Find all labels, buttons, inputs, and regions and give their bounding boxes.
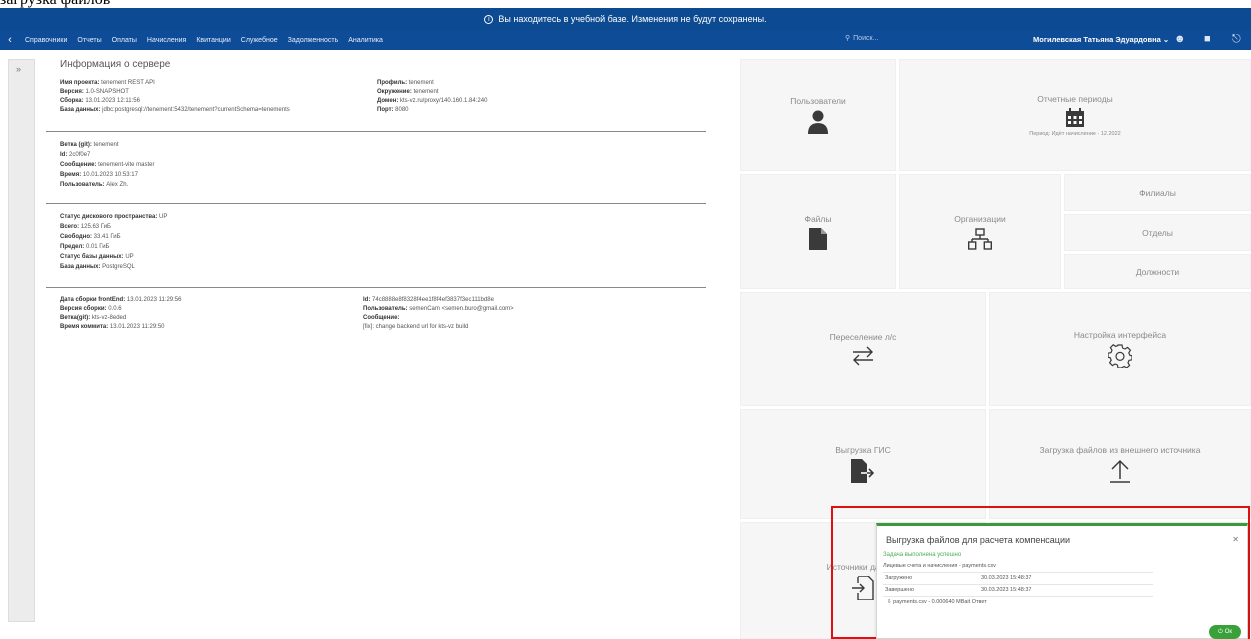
info-row: Сообщение:: [363, 315, 400, 321]
search-placeholder: Поиск...: [853, 34, 879, 42]
nav-item-reports[interactable]: Отчеты: [72, 37, 106, 44]
notification-toggle[interactable]: ⏻ Ок: [1209, 625, 1241, 639]
info-row: Предел: 0.01 ГиБ: [60, 244, 110, 250]
info-row: Домен: kts-vz.ru/proxy/140.160.1.84:240: [377, 98, 488, 104]
nav-item-receipts[interactable]: Квитанции: [191, 37, 235, 44]
tile-branches[interactable]: Филиалы: [1064, 174, 1251, 211]
tile-interface-settings[interactable]: Настройка интерфейса: [989, 292, 1251, 406]
file-row: Лицевые счета и начисления - payments.cs…: [883, 563, 996, 569]
swap-arrows-icon: [853, 346, 873, 366]
tile-periods[interactable]: Отчетные периоды Период: Идёт начисление…: [899, 59, 1251, 171]
info-row: Статус базы данных: UP: [60, 254, 134, 260]
info-row: Сборка: 13.01.2023 12:11:56: [60, 98, 140, 104]
tile-external-upload[interactable]: Загрузка файлов из внешнего источника: [989, 409, 1251, 519]
nav-item-service[interactable]: Служебное: [236, 37, 283, 44]
info-row: Профиль: tenement: [377, 80, 434, 86]
info-row: Порт: 8080: [377, 107, 409, 113]
info-row: Статус дискового пространства: UP: [60, 214, 168, 220]
divider: [883, 596, 1153, 597]
file-icon: [809, 227, 827, 250]
left-rail: »: [8, 59, 35, 622]
hierarchy-icon: [968, 227, 992, 250]
info-row: Время: 10.01.2023 10:53:17: [60, 172, 138, 178]
nav-item-analytics[interactable]: Аналитика: [343, 37, 388, 44]
git-section: Ветка (git): tenement Id: 2c0f0e7 Сообще…: [46, 132, 706, 204]
power-icon: ⏻: [1217, 628, 1223, 635]
training-base-warning: i Вы находитесь в учебной базе. Изменени…: [0, 8, 1251, 30]
folder-icon[interactable]: ■: [1204, 33, 1211, 45]
nav-item-references[interactable]: Справочники: [20, 37, 72, 44]
upload-arrow-icon: [1110, 459, 1130, 483]
info-row: Версия: 1.0-SNAPSHOT: [60, 89, 129, 95]
disk-section: Статус дискового пространства: UP Всего:…: [46, 204, 706, 288]
frontend-section: Дата сборки frontEnd: 13.01.2023 11:29:5…: [46, 288, 706, 348]
info-row: Id: 2c0f0e7: [60, 152, 91, 158]
upload-notification: Выгрузка файлов для расчета компенсации …: [876, 523, 1248, 639]
user-menu[interactable]: Могилевская Татьяна Эдуардовна ⌄: [1033, 35, 1169, 44]
notification-status: Задача выполнена успешно: [883, 552, 962, 558]
nav-item-debt[interactable]: Задолженность: [283, 37, 344, 44]
tile-gis-export[interactable]: Выгрузка ГИС: [740, 409, 986, 519]
tile-departments[interactable]: Отделы: [1064, 214, 1251, 251]
info-row: Время коммита: 13.01.2023 11:29:50: [60, 324, 165, 330]
project-section: Имя проекта: tenement REST API Версия: 1…: [46, 72, 706, 132]
info-row: Ветка (git): tenement: [60, 142, 119, 148]
attachment-icon: ⇩: [887, 599, 892, 605]
info-icon: i: [484, 14, 494, 24]
result-row[interactable]: ⇩ payments.csv - 0.000640 MBait Ответ: [887, 599, 987, 605]
info-row: Id: 74c8888e8f8328f4ee1f8f4ef3837f3ec111…: [363, 297, 494, 303]
info-row: Имя проекта: tenement REST API: [60, 80, 155, 86]
loaded-label: Загружено: [885, 575, 913, 581]
nav-item-accruals[interactable]: Начисления: [142, 37, 191, 44]
back-chevron-icon[interactable]: ‹: [0, 34, 20, 46]
file-export-icon: [851, 459, 875, 483]
info-row: Окружение: tenement: [377, 89, 439, 95]
info-row: Пользователь: semenCam <semen.buro@gmail…: [363, 306, 514, 312]
user-name: Могилевская Татьяна Эдуардовна: [1033, 35, 1161, 44]
search-icon: ⚲: [845, 35, 851, 42]
tile-users[interactable]: Пользователи: [740, 59, 896, 171]
info-row: База данных: jdbc:postgresql://tenement:…: [60, 107, 290, 113]
nav-item-payments[interactable]: Оплаты: [107, 37, 142, 44]
notification-title: Выгрузка файлов для расчета компенсации: [886, 535, 1071, 545]
info-row: Ветка(git): kts-vz-8eded: [60, 315, 127, 321]
expand-icon[interactable]: »: [16, 64, 21, 74]
info-row: База данных: PostgreSQL: [60, 264, 135, 270]
info-row: Свободно: 33.41 ГиБ: [60, 234, 121, 240]
top-strip: загрузка файлов: [0, 0, 1251, 8]
chevron-down-icon: ⌄: [1162, 35, 1170, 44]
tile-files[interactable]: Файлы: [740, 174, 896, 289]
tile-account-transfer[interactable]: Переселение л/с: [740, 292, 986, 406]
info-row: Дата сборки frontEnd: 13.01.2023 11:29:5…: [60, 297, 182, 303]
gear-icon: [1108, 344, 1132, 368]
logout-icon[interactable]: ⎋: [1232, 33, 1241, 46]
user-icon: [808, 110, 828, 134]
info-row: Всего: 125.63 ГиБ: [60, 224, 111, 230]
divider: [883, 584, 1153, 585]
info-row: Пользователь: Alex Zh.: [60, 182, 129, 188]
users-icon[interactable]: ☻: [1174, 33, 1186, 45]
tile-organizations[interactable]: Организации: [899, 174, 1061, 289]
tile-positions[interactable]: Должности: [1064, 254, 1251, 289]
done-value: 30.03.2023 15:48:37: [981, 587, 1032, 593]
main-nav: ‹ Справочники Отчеты Оплаты Начисления К…: [0, 30, 1251, 50]
info-row: Версия сборки: 0.0.6: [60, 306, 122, 312]
loaded-value: 30.03.2023 15:48:37: [981, 575, 1032, 581]
divider: [883, 572, 1153, 573]
warning-text: Вы находитесь в учебной базе. Изменения …: [498, 14, 767, 24]
done-label: Завершено: [885, 587, 914, 593]
server-info-panel: Информация о сервере Имя проекта: teneme…: [46, 59, 706, 639]
page-title: Информация о сервере: [60, 59, 171, 70]
info-row: [fix]: change backend url for kts-vz bui…: [363, 324, 469, 330]
search-input[interactable]: ⚲ Поиск...: [845, 34, 879, 43]
calendar-icon: [1066, 107, 1084, 127]
info-row: Сообщение: tenement-vite master: [60, 162, 155, 168]
close-icon[interactable]: ✕: [1232, 535, 1239, 544]
